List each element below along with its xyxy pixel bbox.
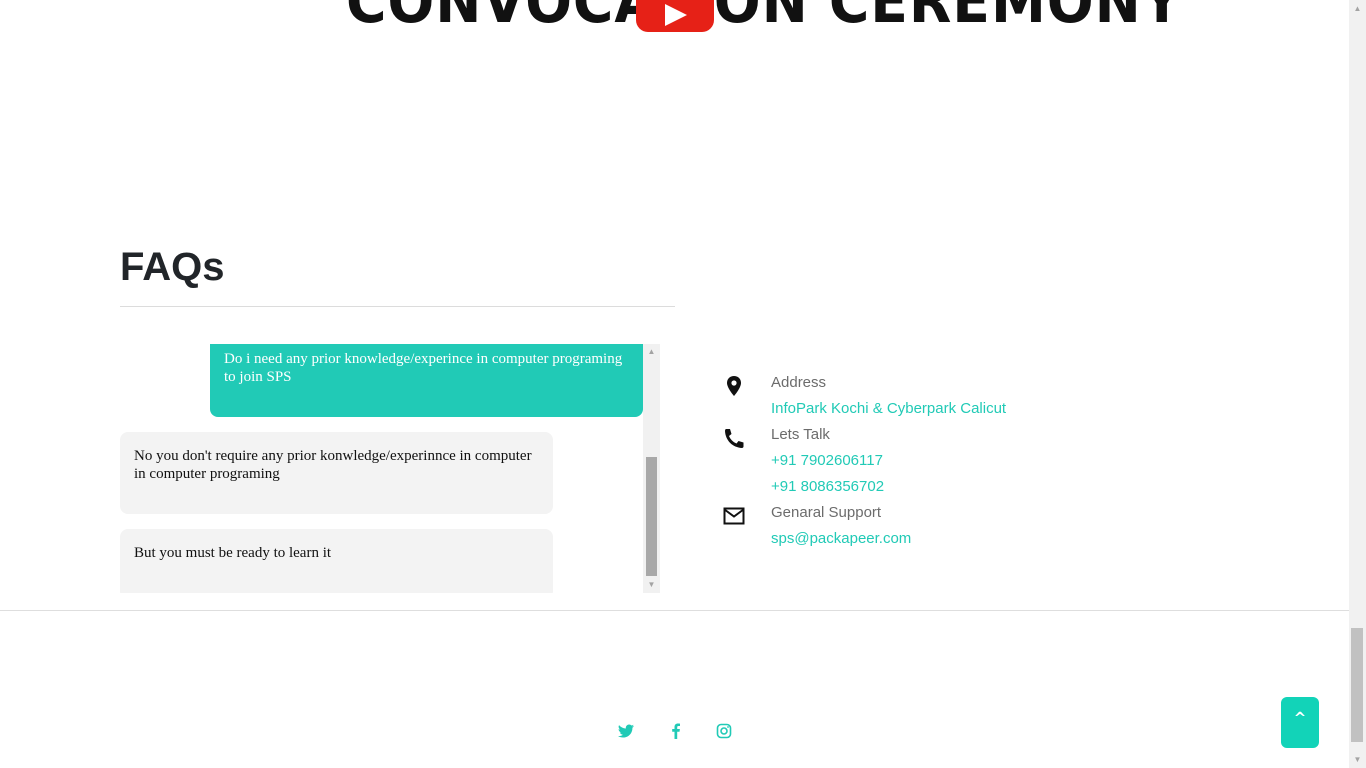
faq-divider — [120, 306, 675, 307]
email-link[interactable]: sps@packapeer.com — [771, 529, 911, 549]
address-link[interactable]: InfoPark Kochi & Cyberpark Calicut — [771, 399, 1006, 419]
youtube-play-button[interactable] — [636, 0, 714, 32]
youtube-play-icon — [665, 4, 687, 26]
video-section: CONVOCATION CEREMONY — [0, 0, 1349, 40]
phone-icon — [720, 426, 748, 450]
general-support-label: Genaral Support — [771, 504, 882, 521]
faq-scroll-thumb[interactable] — [646, 457, 657, 576]
faq-answer-bubble: But you must be ready to learn it — [120, 529, 553, 593]
page-scrollbar[interactable]: ▲ ▼ — [1349, 0, 1366, 768]
faq-heading: FAQs — [120, 245, 225, 289]
faq-answer-bubble: No you don't require any prior konwledge… — [120, 432, 553, 514]
page-scroll-thumb[interactable] — [1351, 628, 1363, 742]
address-label: Address — [771, 374, 827, 391]
page-scroll-down-icon[interactable]: ▼ — [1349, 751, 1366, 768]
mail-icon — [720, 504, 748, 528]
footer-divider — [0, 610, 1349, 611]
faq-scrollbar[interactable]: ▲ ▼ — [643, 344, 660, 593]
faq-question-bubble: Do i need any prior knowledge/experince … — [210, 344, 643, 417]
facebook-icon[interactable] — [666, 721, 686, 741]
page-scroll-up-icon[interactable]: ▲ — [1349, 0, 1366, 17]
back-to-top-button[interactable]: ^ — [1281, 697, 1319, 748]
scroll-down-arrow-icon[interactable]: ▼ — [643, 577, 660, 593]
phone-link[interactable]: +91 7902606117 — [771, 451, 883, 471]
phone-link[interactable]: +91 8086356702 — [771, 477, 884, 497]
instagram-icon[interactable] — [714, 721, 734, 741]
faq-chat-panel[interactable]: Do i need any prior knowledge/experince … — [120, 344, 660, 593]
lets-talk-label: Lets Talk — [771, 426, 830, 443]
location-pin-icon — [720, 374, 748, 398]
twitter-icon[interactable] — [616, 721, 636, 741]
scroll-up-arrow-icon[interactable]: ▲ — [643, 344, 660, 360]
